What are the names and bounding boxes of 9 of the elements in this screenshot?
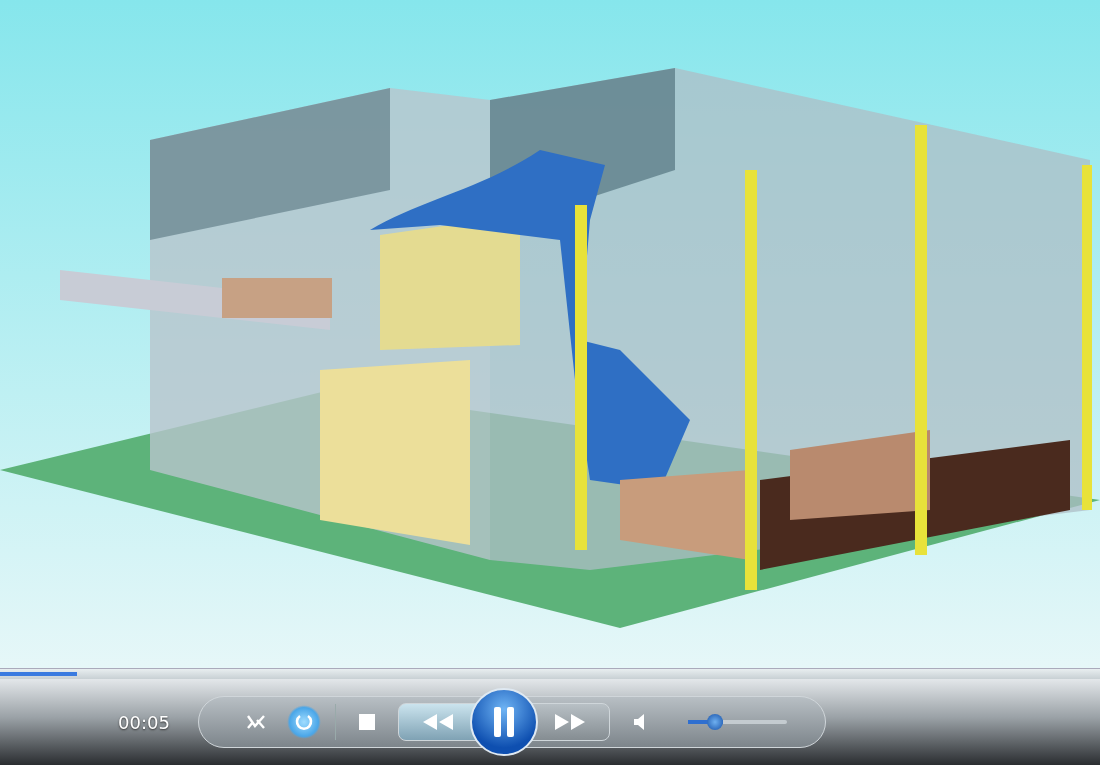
previous-button[interactable]	[398, 703, 478, 741]
pause-icon	[492, 707, 516, 737]
elapsed-time: 00:05	[118, 711, 171, 733]
next-button[interactable]	[530, 703, 610, 741]
repeat-button[interactable]	[287, 705, 321, 739]
rewind-icon	[421, 713, 455, 731]
fast-forward-icon	[553, 713, 587, 731]
seek-bar[interactable]	[0, 668, 1100, 679]
stop-icon	[358, 713, 376, 731]
